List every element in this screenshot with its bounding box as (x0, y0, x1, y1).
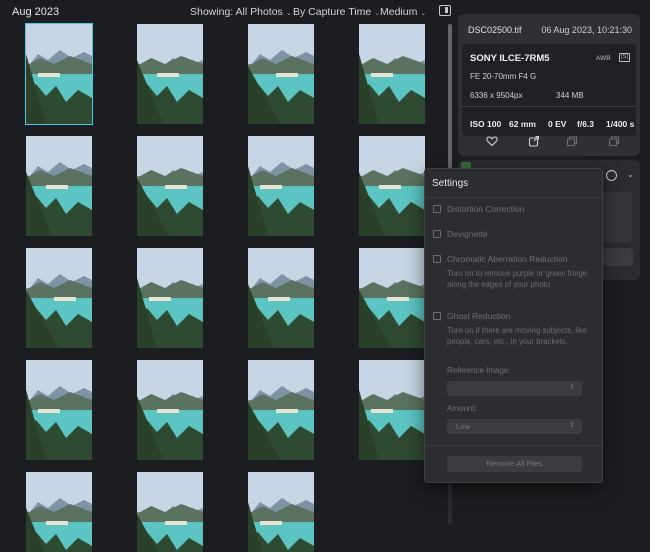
ghost-label: Ghost Reduction (447, 311, 511, 321)
share-icon[interactable] (528, 134, 540, 147)
chromatic-label: Chromatic Aberration Reduction (447, 254, 568, 264)
ghost-checkbox[interactable] (433, 312, 441, 320)
photo-thumbnail[interactable] (26, 136, 92, 236)
photo-thumbnail[interactable] (137, 24, 203, 124)
photo-thumbnail[interactable] (26, 472, 92, 552)
sort-dropdown[interactable]: By Capture Time ⌄ (293, 6, 380, 18)
camera-model: SONY ILCE-7RM5 (470, 53, 550, 64)
heart-icon[interactable] (486, 134, 498, 147)
divider (425, 445, 602, 446)
file-size: 344 MB (556, 91, 584, 100)
top-toolbar: Aug 2023 Showing: All Photos ⌄ By Capture… (0, 0, 456, 24)
reference-image-label: Reference Image: (447, 366, 511, 375)
ghost-description: Turn on if there are moving subjects, li… (447, 326, 588, 346)
chromatic-checkbox[interactable] (433, 255, 441, 263)
awb-label: AWB (596, 55, 611, 62)
photo-thumbnail[interactable] (248, 472, 314, 552)
updown-chevron-icon: ⇕ (569, 422, 575, 429)
shutter-speed: 1/400 s (606, 119, 635, 129)
settings-popover: Settings Distortion Correction Devignett… (424, 168, 603, 483)
devignette-checkbox[interactable] (433, 230, 441, 238)
photo-thumbnail[interactable] (137, 248, 203, 348)
remove-all-files-button[interactable]: Remove All Files (447, 456, 582, 472)
date-group-label: Aug 2023 (12, 6, 60, 18)
photo-thumbnail[interactable] (359, 24, 425, 124)
settings-title: Settings (432, 178, 469, 189)
capture-timestamp: 06 Aug 2023, 10:21:30 (541, 25, 632, 35)
file-name: DSC02500.tif (468, 25, 522, 35)
photo-thumbnail[interactable] (248, 360, 314, 460)
file-info-panel: DSC02500.tif 06 Aug 2023, 10:21:30 SONY … (458, 14, 640, 156)
exif-card: SONY ILCE-7RM5 AWB [S] FE 20-70mm F4 G 6… (462, 44, 636, 136)
chevron-down-icon: ⌄ (285, 10, 292, 17)
photo-thumbnail[interactable] (248, 24, 314, 124)
photo-thumbnail[interactable] (359, 248, 425, 348)
photo-thumbnail[interactable] (137, 472, 203, 552)
image-resolution: 6336 x 9504px (470, 91, 523, 100)
divider (462, 106, 636, 107)
reference-image-select[interactable]: ⇕ (447, 381, 582, 396)
photo-thumbnail[interactable] (359, 360, 425, 460)
more-options-icon[interactable] (606, 168, 617, 181)
iso-value: ISO 100 (470, 119, 502, 129)
photo-thumbnail[interactable] (248, 248, 314, 348)
amount-label: Amount: (447, 404, 477, 413)
distortion-label: Distortion Correction (447, 204, 525, 214)
amount-select[interactable]: Low ⇕ (447, 419, 582, 434)
photo-thumbnail[interactable] (137, 136, 203, 236)
exposure-bias: 0 EV (548, 119, 567, 129)
filter-dropdown[interactable]: Showing: All Photos ⌄ (190, 6, 292, 18)
chromatic-description: Turn on to remove purple or green fringe… (447, 269, 588, 289)
panel-toggle-icon[interactable] (439, 5, 451, 16)
photo-grid (0, 23, 446, 552)
photo-thumbnail[interactable] (137, 360, 203, 460)
photo-thumbnail[interactable] (359, 136, 425, 236)
photo-thumbnail[interactable] (26, 360, 92, 460)
devignette-label: Devignette (447, 229, 488, 239)
lens-model: FE 20-70mm F4 G (470, 72, 537, 81)
copy-icon[interactable] (566, 134, 578, 147)
divider (425, 197, 602, 198)
chevron-down-icon[interactable]: ⌄ (627, 170, 634, 179)
photo-thumbnail[interactable] (25, 23, 93, 125)
stack-icon[interactable] (608, 134, 620, 147)
aperture: f/6.3 (577, 119, 595, 129)
card-action-bar[interactable] (603, 248, 633, 266)
updown-chevron-icon: ⇕ (569, 384, 575, 391)
size-dropdown[interactable]: Medium ⌄ (380, 6, 426, 18)
chevron-down-icon: ⌄ (420, 10, 427, 17)
photo-thumbnail[interactable] (26, 248, 92, 348)
focal-length: 62 mm (509, 119, 536, 129)
photo-thumbnail[interactable] (248, 136, 314, 236)
metering-icon: [S] (619, 53, 630, 62)
card-preview-area (598, 192, 632, 242)
distortion-checkbox[interactable] (433, 205, 441, 213)
